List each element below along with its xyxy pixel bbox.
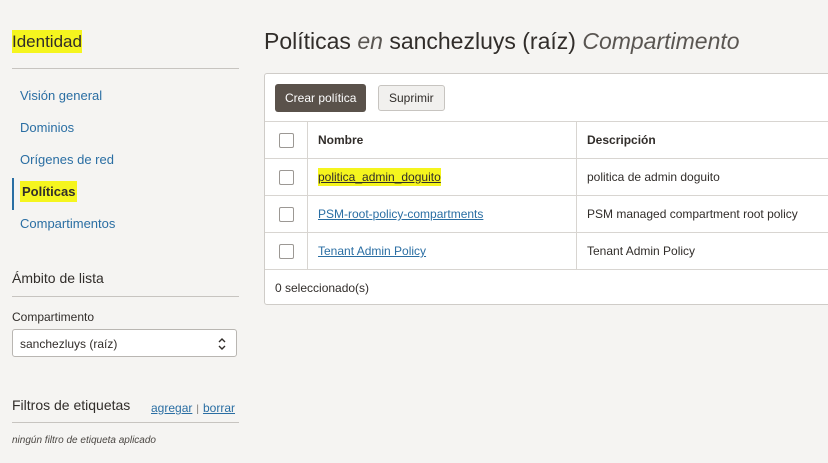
table-row: Tenant Admin Policy Tenant Admin Policy: [265, 232, 828, 270]
table-row: politica_admin_doguito politica de admin…: [265, 158, 828, 196]
row-name-cell: PSM-root-policy-compartments: [307, 195, 577, 233]
row-checkbox[interactable]: [279, 206, 294, 222]
compartment-select-value: sanchezluys (raíz): [20, 337, 118, 351]
policies-panel: Crear política Suprimir Nombre Descripci…: [264, 73, 828, 306]
create-policy-button[interactable]: Crear política: [275, 84, 367, 112]
divider: [12, 68, 239, 69]
tag-filter-links: agregar | borrar: [151, 401, 235, 415]
policies-table: Nombre Descripción politica_admin_doguit…: [265, 121, 828, 306]
page-title-main: Políticas: [264, 28, 351, 54]
page-title: Políticas en sanchezluys (raíz) Comparti…: [264, 28, 740, 55]
row-checkbox-cell: [265, 158, 308, 196]
page-title-scope: sanchezluys (raíz): [389, 28, 576, 54]
sidebar-item-origenes-de-red[interactable]: Orígenes de red: [12, 148, 240, 180]
select-all-checkbox[interactable]: [279, 132, 294, 148]
row-name-cell: Tenant Admin Policy: [307, 232, 577, 270]
row-checkbox[interactable]: [279, 243, 294, 259]
compartment-select[interactable]: sanchezluys (raíz): [12, 329, 237, 357]
row-description: politica de admin doguito: [576, 158, 828, 196]
table-row: PSM-root-policy-compartments PSM managed…: [265, 195, 828, 233]
sidebar-item-vision-general[interactable]: Visión general: [12, 84, 240, 116]
up-down-chevron-icon: [217, 330, 227, 358]
sidebar-nav: Visión general Dominios Orígenes de red …: [12, 84, 240, 244]
policy-link[interactable]: Tenant Admin Policy: [318, 244, 426, 258]
add-tag-filter-link[interactable]: agregar: [151, 401, 192, 415]
table-header-row: Nombre Descripción: [265, 121, 828, 159]
divider: [12, 296, 239, 297]
row-checkbox-cell: [265, 195, 308, 233]
policy-link[interactable]: PSM-root-policy-compartments: [318, 207, 483, 221]
page-title-conj: en: [357, 28, 383, 54]
row-checkbox[interactable]: [279, 169, 294, 185]
compartment-label: Compartimento: [12, 310, 95, 324]
clear-tag-filter-link[interactable]: borrar: [203, 401, 235, 415]
sidebar: Identidad Visión general Dominios Orígen…: [0, 0, 250, 463]
page-title-kind: Compartimento: [582, 28, 740, 54]
separator: |: [196, 404, 199, 415]
sidebar-item-dominios[interactable]: Dominios: [12, 116, 240, 148]
sidebar-item-politicas[interactable]: Políticas: [12, 178, 240, 212]
policy-link[interactable]: politica_admin_doguito: [318, 168, 441, 186]
tag-filters-title: Filtros de etiquetas: [12, 397, 131, 413]
delete-button[interactable]: Suprimir: [378, 85, 445, 111]
row-name-cell: politica_admin_doguito: [307, 158, 577, 196]
sidebar-title: Identidad: [12, 30, 82, 53]
list-scope-title: Ámbito de lista: [12, 270, 104, 286]
select-all-cell: [265, 121, 308, 159]
divider: [12, 422, 239, 423]
selected-count: 0 seleccionado(s): [265, 269, 828, 306]
table-footer-row: 0 seleccionado(s): [265, 269, 828, 306]
row-description: PSM managed compartment root policy: [576, 195, 828, 233]
column-header-name[interactable]: Nombre: [307, 121, 577, 159]
row-description: Tenant Admin Policy: [576, 232, 828, 270]
row-checkbox-cell: [265, 232, 308, 270]
sidebar-item-compartimentos[interactable]: Compartimentos: [12, 212, 240, 244]
column-header-description[interactable]: Descripción: [576, 121, 828, 159]
no-tag-filter-text: ningún filtro de etiqueta aplicado: [12, 435, 156, 446]
